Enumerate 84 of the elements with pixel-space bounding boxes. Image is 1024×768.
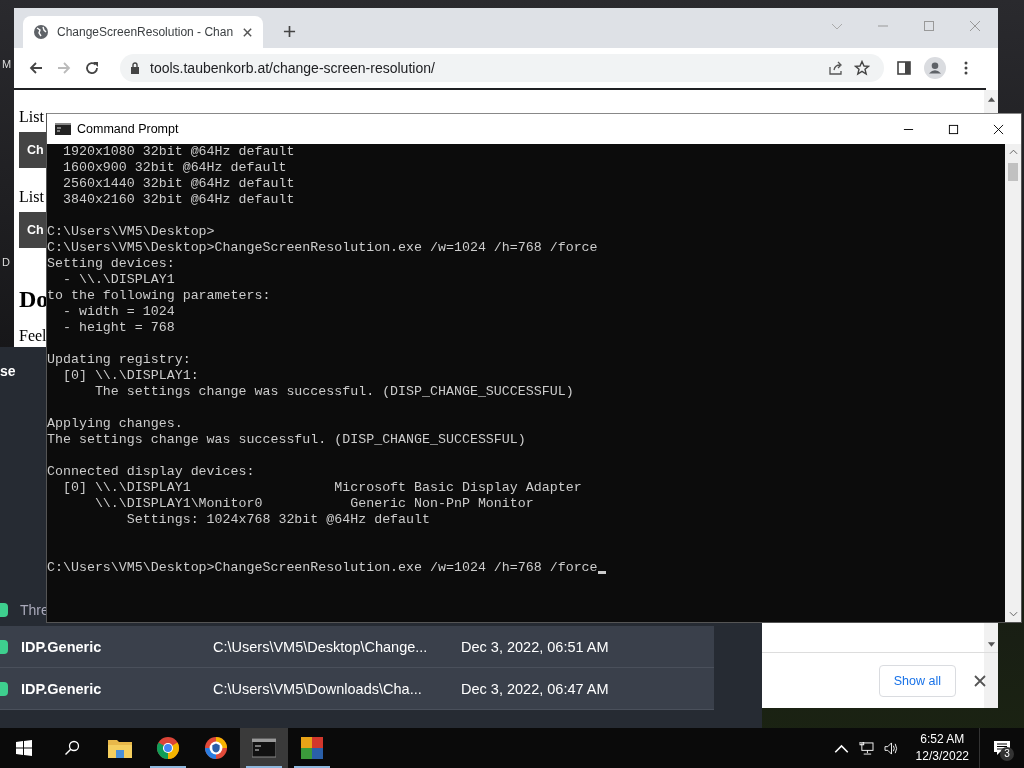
desktop-text: D (2, 256, 10, 268)
threat-name: IDP.Generic (21, 638, 103, 655)
console-line: C:\Users\VM5\Desktop>ChangeScreenResolution.exe /w=1024 /h=768 /force (47, 560, 598, 576)
show-all-button[interactable]: Show all (878, 664, 956, 697)
status-icon (0, 603, 8, 617)
console-line: Applying changes. (47, 416, 183, 432)
console-line: The settings change was successful. (DISP_CHANGE_SUCCESSFUL) (47, 432, 526, 448)
browser-tab[interactable]: ChangeScreenResolution - Chan (23, 16, 263, 48)
close-icon[interactable] (974, 674, 986, 687)
file-path: C:\Users\VM5\Desktop\Change... (213, 638, 429, 655)
scroll-up-icon[interactable] (986, 96, 996, 102)
clock-time: 6:52 AM (920, 731, 965, 748)
close-icon[interactable] (242, 26, 253, 38)
console-line: Setting devices: (47, 256, 175, 272)
scrollbar[interactable] (1005, 144, 1021, 622)
console-line: Updating registry: (47, 352, 191, 368)
scroll-up-icon[interactable] (1008, 149, 1018, 155)
running-indicator (150, 766, 186, 768)
text-cursor (597, 571, 606, 574)
maximize-icon[interactable] (948, 123, 959, 135)
folder-icon (108, 737, 132, 759)
volume-icon[interactable] (883, 741, 899, 755)
console-line: - height = 768 (61, 320, 175, 336)
page-text: List (19, 108, 44, 126)
star-icon[interactable] (854, 60, 870, 76)
terminal-icon (55, 123, 71, 135)
console-line: to the following parameters: (47, 288, 271, 304)
taskbar-button[interactable] (240, 728, 288, 768)
detection-date: Dec 3, 2022, 06:51 AM (461, 638, 609, 655)
file-path: C:\Users\VM5\Downloads\Cha... (213, 680, 423, 697)
console-line: The settings change was successful. (DISP_CHANGE_SUCCESSFUL) (93, 384, 574, 400)
back-arrow-icon[interactable] (28, 60, 44, 76)
address-bar[interactable]: tools.taubenkorb.at/change-screen-resolution/ (120, 54, 884, 82)
console-line: 1920x1080 32bit @64Hz default (61, 144, 295, 160)
colorful-tiles-icon (300, 737, 324, 759)
desktop-text: M (2, 58, 12, 70)
page-button[interactable]: Ch (19, 132, 46, 168)
scroll-down-icon[interactable] (1008, 611, 1018, 617)
chrome-icon (156, 737, 180, 759)
side-panel-icon[interactable] (896, 60, 912, 76)
profile-icon[interactable] (924, 57, 946, 79)
detection-date: Dec 3, 2022, 06:47 AM (461, 680, 609, 697)
status-icon (0, 681, 8, 696)
scroll-down-icon[interactable] (986, 642, 996, 648)
running-indicator (246, 766, 282, 768)
page-button[interactable]: Ch (19, 212, 46, 248)
console-line: 2560x1440 32bit @64Hz default (61, 176, 295, 192)
threat-name: IDP.Generic (21, 680, 103, 697)
page-text: Feel (19, 327, 47, 345)
console-line: C:\Users\VM5\Desktop> (47, 224, 215, 240)
page-text: List (19, 188, 44, 206)
clock-date: 12/3/2022 (915, 748, 969, 765)
notification-count: 3 (1000, 747, 1014, 761)
console-line: \\.\DISPLAY1\Monitor0 Generic Non-PnP Monitor (93, 496, 534, 512)
share-icon[interactable] (828, 60, 844, 76)
running-indicator (294, 766, 330, 768)
clock[interactable]: 6:52 AM 12/3/2022 (915, 731, 969, 765)
console-line: 3840x2160 32bit @64Hz default (61, 192, 295, 208)
close-icon[interactable] (993, 123, 1004, 135)
threat-row[interactable]: IDP.Generic C:\Users\VM5\Downloads\Cha... Dec 3, 2022, 06:47 AM (0, 668, 714, 710)
status-icon (0, 639, 8, 654)
console-line: [0] \\.\DISPLAY1 Microsoft Basic Display Adapter (61, 480, 582, 496)
page-heading: Do (19, 286, 49, 313)
terminal-icon (252, 737, 276, 759)
notification-button[interactable]: 3 (979, 728, 1024, 768)
reload-icon[interactable] (84, 60, 100, 76)
search-icon[interactable] (64, 740, 80, 756)
network-icon[interactable] (858, 741, 874, 755)
start-icon[interactable] (16, 740, 32, 756)
console-line: Settings: 1024x768 32bit @64Hz default (125, 512, 430, 528)
shield-browser-icon (204, 737, 228, 759)
globe-icon (33, 24, 49, 40)
console-line: [0] \\.\DISPLAY1: (61, 368, 199, 384)
panel-text: se (0, 363, 16, 379)
console-line: - width = 1024 (61, 304, 175, 320)
console-line: 1600x900 32bit @64Hz default (61, 160, 287, 176)
console-line: Connected display devices: (47, 464, 255, 480)
console-line: C:\Users\VM5\Desktop>ChangeScreenResolution.exe /w=1024 /h=768 /force (47, 240, 598, 256)
window-title: Command Prompt (77, 122, 179, 136)
lock-icon (130, 62, 140, 74)
console-line: - \\.\DISPLAY1 (61, 272, 175, 288)
threat-row[interactable]: IDP.Generic C:\Users\VM5\Desktop\Change... Dec 3, 2022, 06:51 AM (0, 626, 714, 668)
new-tab-icon[interactable] (283, 25, 296, 38)
scrollbar-thumb[interactable] (1008, 163, 1018, 181)
